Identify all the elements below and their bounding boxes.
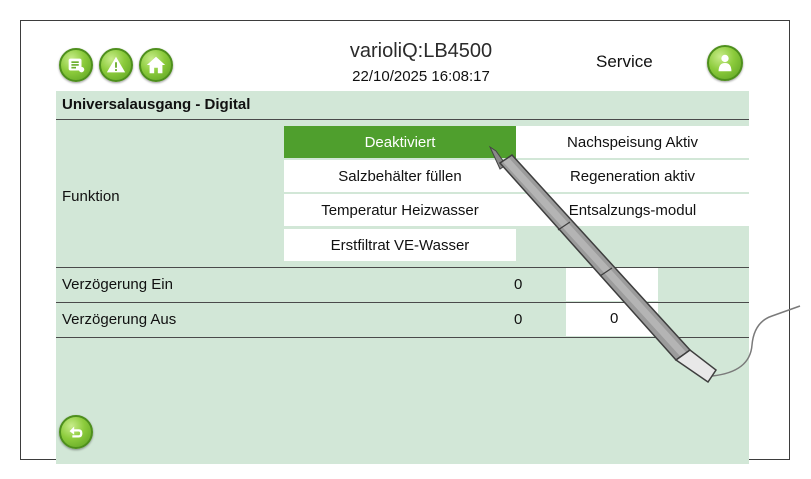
list-icon (68, 58, 85, 73)
list-button[interactable] (59, 48, 93, 82)
option-nachspeisung-aktiv[interactable]: Nachspeisung Aktiv (516, 126, 749, 159)
home-icon (146, 56, 166, 74)
funktion-label: Funktion (62, 188, 120, 205)
user-icon (718, 54, 732, 72)
verzoegerung-ein-value: 0 (514, 276, 523, 293)
back-button[interactable] (59, 415, 93, 449)
verzoegerung-aus-label: Verzögerung Aus (62, 311, 177, 328)
option-salzbehaelter-fuellen[interactable]: Salzbehälter füllen (284, 160, 516, 193)
divider (56, 119, 749, 120)
option-deaktiviert[interactable]: Deaktiviert (284, 126, 516, 159)
mode-label: Service (596, 52, 653, 71)
user-button[interactable] (707, 45, 743, 81)
verzoegerung-ein-label: Verzögerung Ein (62, 276, 173, 293)
option-temperatur-heizwasser[interactable]: Temperatur Heizwasser (284, 194, 516, 227)
option-entsalzungs-modul[interactable]: Entsalzungs-modul (516, 194, 749, 227)
option-erstfiltrat-ve-wasser[interactable]: Erstfiltrat VE-Wasser (284, 229, 516, 262)
verzoegerung-aus-input[interactable]: 0 (566, 303, 658, 336)
back-arrow-icon (69, 426, 83, 438)
warning-icon (106, 56, 126, 73)
divider (56, 337, 749, 338)
verzoegerung-aus-value: 0 (514, 311, 523, 328)
datetime: 22/10/2025 16:08:17 (352, 68, 490, 85)
section-title: Universalausgang - Digital (62, 96, 251, 113)
warning-button[interactable] (99, 48, 133, 82)
app-title: varioliQ:LB4500 (349, 40, 493, 62)
header-bar: varioliQ:LB4500 22/10/2025 16:08:17 Serv… (56, 37, 749, 91)
option-regeneration-aktiv[interactable]: Regeneration aktiv (516, 160, 749, 193)
verzoegerung-ein-input[interactable]: 0 (566, 268, 658, 301)
home-button[interactable] (139, 48, 173, 82)
hmi-screen: varioliQ:LB4500 22/10/2025 16:08:17 Serv… (56, 37, 749, 464)
